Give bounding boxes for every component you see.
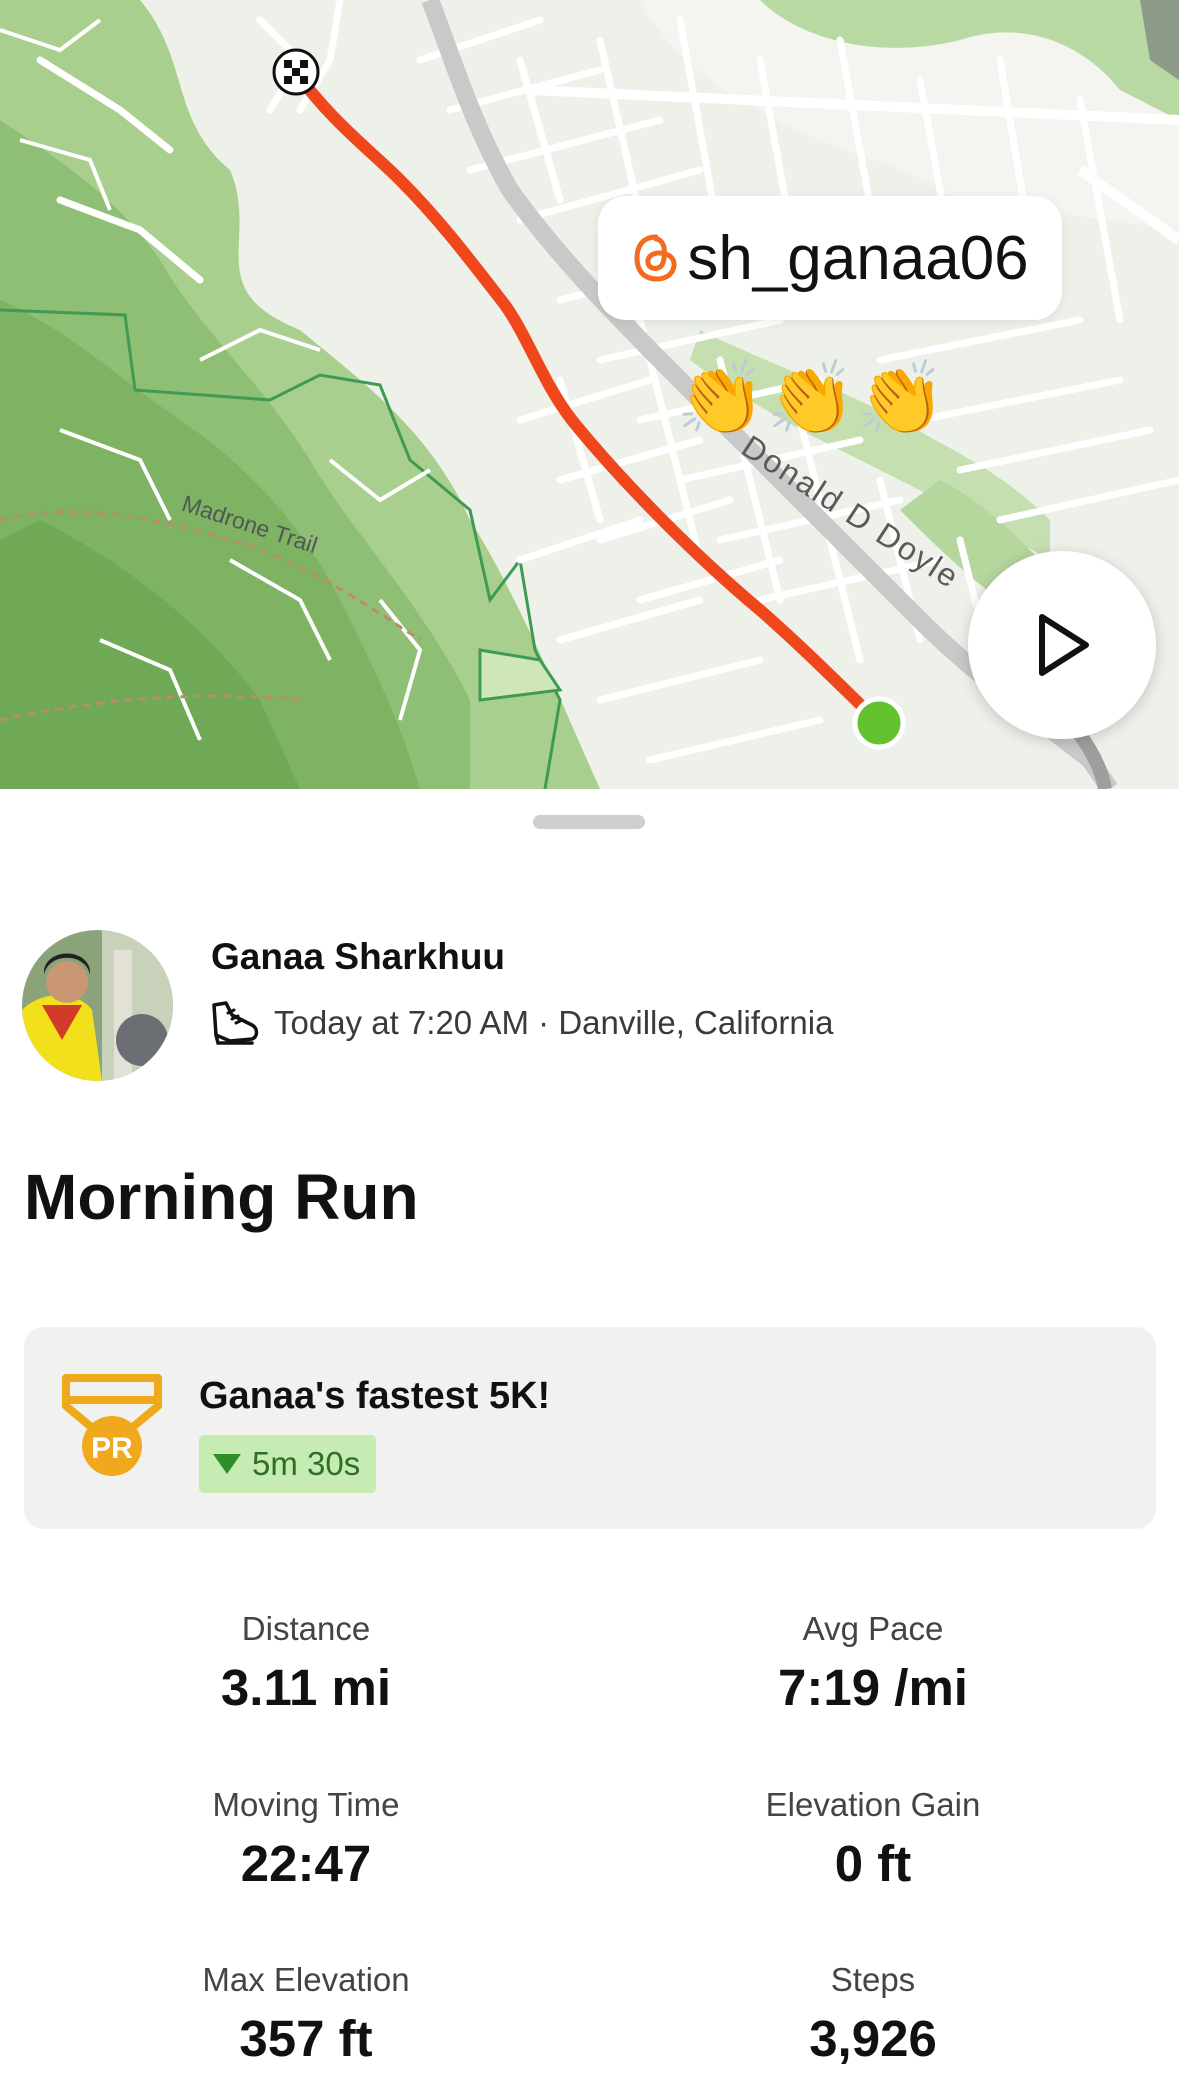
pr-icon-text: PR	[91, 1432, 133, 1465]
activity-meta: Today at 7:20 AM · Danville, California	[208, 998, 833, 1048]
down-triangle-icon	[213, 1454, 241, 1474]
stat-elevation-gain: Elevation Gain 0 ft	[673, 1786, 1073, 1893]
clap-emoji: 👏	[676, 356, 766, 440]
pr-delta-badge: 5m 30s	[199, 1435, 377, 1493]
stat-max-elevation: Max Elevation 357 ft	[106, 1961, 506, 2068]
stat-value: 22:47	[240, 1835, 372, 1892]
play-icon	[1039, 614, 1089, 676]
route-map[interactable]: Madrone Trail Donald D Doyle sh_ganaa06 …	[0, 0, 1179, 789]
stat-value: 7:19 /mi	[778, 1659, 968, 1716]
stat-label: Elevation Gain	[765, 1786, 981, 1823]
stat-value: 3,926	[809, 2010, 937, 2067]
clap-emoji: 👏	[856, 356, 946, 440]
achievement-title: Ganaa's fastest 5K!	[199, 1375, 551, 1417]
stat-label: Max Elevation	[202, 1961, 410, 1998]
stat-moving-time: Moving Time 22:47	[106, 1786, 506, 1893]
avatar[interactable]	[22, 930, 173, 1081]
stat-steps: Steps 3,926	[673, 1961, 1073, 2068]
achievement-card[interactable]: PR Ganaa's fastest 5K! 5m 30s	[24, 1327, 1156, 1529]
athlete-name[interactable]: Ganaa Sharkhuu	[211, 936, 505, 978]
threads-watermark: sh_ganaa06	[598, 196, 1062, 320]
stat-label: Avg Pace	[802, 1610, 944, 1647]
drag-handle[interactable]	[533, 815, 645, 829]
stat-value: 357 ft	[239, 2010, 373, 2067]
activity-meta-text: Today at 7:20 AM · Danville, California	[274, 1004, 834, 1041]
clap-emoji: 👏	[766, 356, 856, 440]
activity-title: Morning Run	[24, 1161, 419, 1233]
checkered-flag-icon	[272, 48, 320, 96]
running-shoe-icon	[212, 1001, 259, 1045]
avatar-image	[22, 930, 173, 1081]
pr-medal-icon: PR	[62, 1374, 162, 1476]
stat-label: Distance	[241, 1610, 371, 1647]
play-button[interactable]	[968, 551, 1156, 739]
stat-avg-pace: Avg Pace 7:19 /mi	[673, 1610, 1073, 1717]
green-dot-icon	[852, 696, 906, 750]
stat-label: Moving Time	[212, 1786, 400, 1823]
stat-label: Steps	[830, 1961, 916, 1998]
stat-value: 0 ft	[834, 1835, 912, 1892]
watermark-handle: sh_ganaa06	[687, 223, 1029, 293]
threads-icon	[634, 234, 677, 282]
stat-distance: Distance 3.11 mi	[106, 1610, 506, 1717]
pr-delta-text: 5m 30s	[252, 1445, 361, 1482]
stat-value: 3.11 mi	[220, 1659, 392, 1716]
